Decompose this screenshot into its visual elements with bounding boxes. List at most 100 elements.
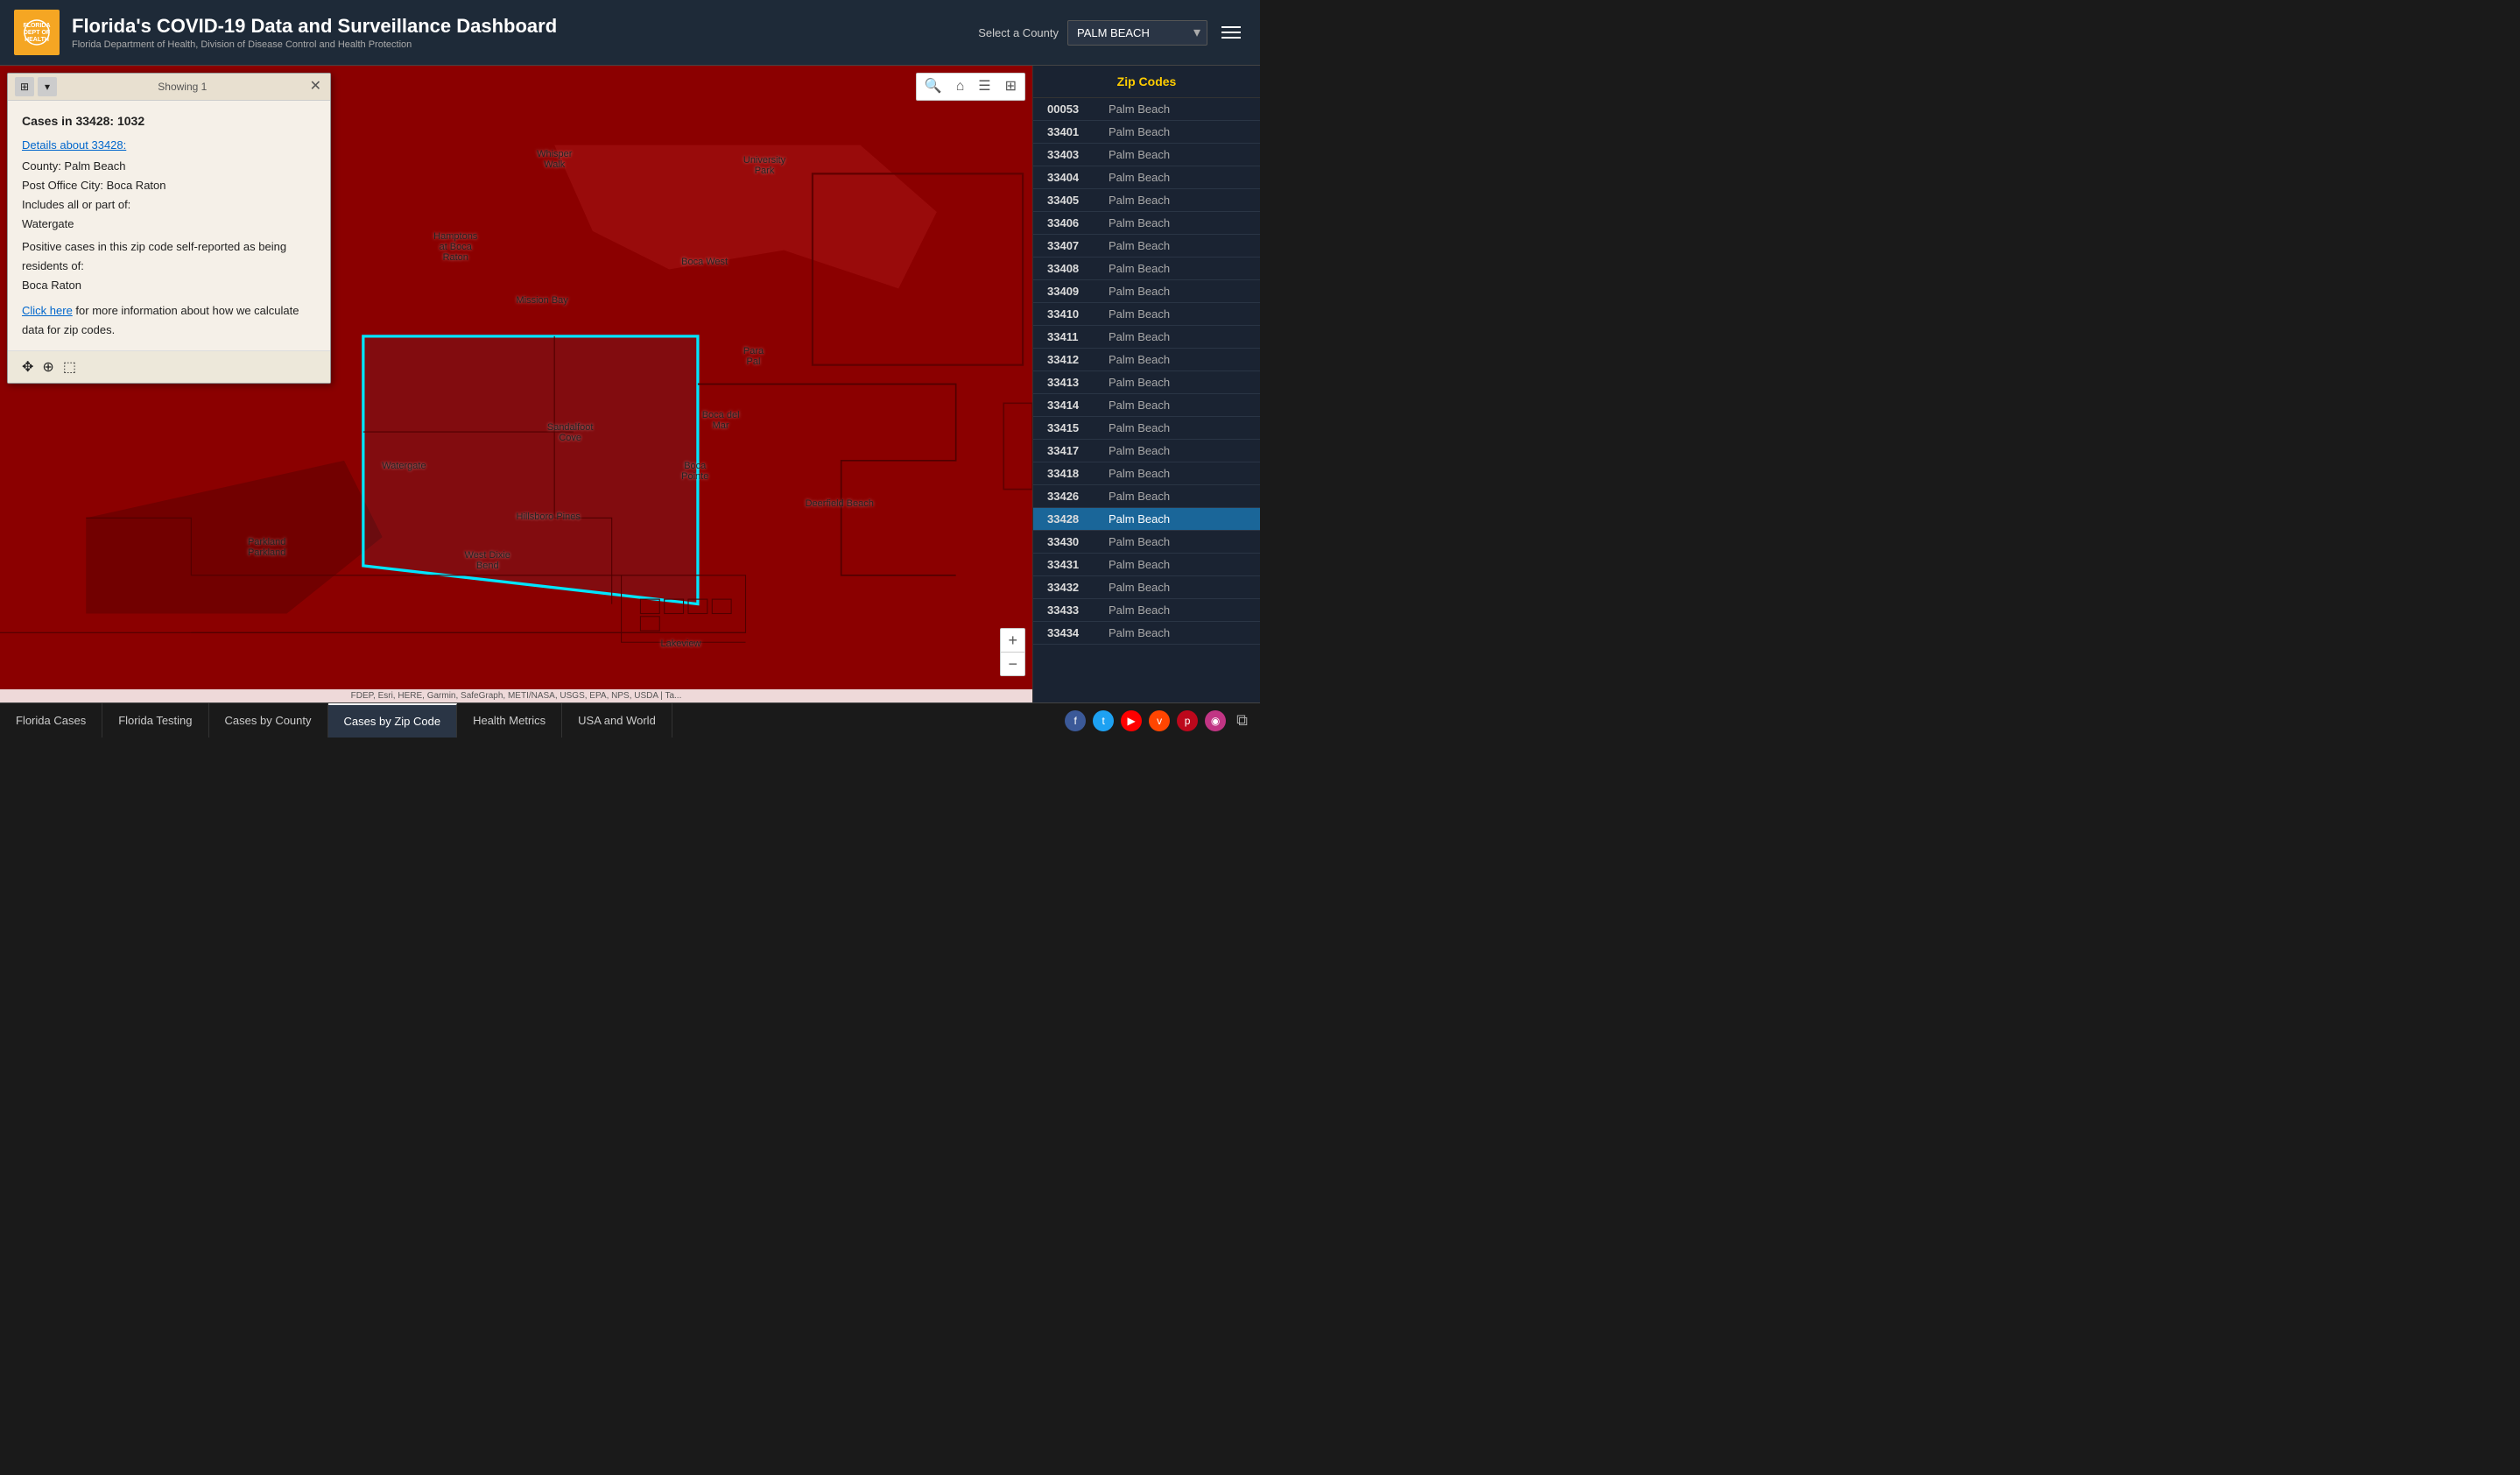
zip-code: 33409 <box>1047 285 1109 298</box>
hamburger-line <box>1221 32 1241 33</box>
popup-expand-icon[interactable]: ⊞ <box>15 77 34 96</box>
zoom-in-button[interactable]: + <box>1001 629 1024 653</box>
popup-cases-title: Cases in 33428: 1032 <box>22 111 316 132</box>
svg-text:DEPT OF: DEPT OF <box>24 30 51 36</box>
map-toolbar: 🔍 ⌂ ☰ ⊞ <box>916 73 1025 101</box>
zip-list-item[interactable]: 33411Palm Beach <box>1033 326 1260 349</box>
zip-list-item[interactable]: 33409Palm Beach <box>1033 280 1260 303</box>
social-twitter-icon[interactable]: t <box>1093 710 1114 731</box>
zip-list-item[interactable]: 33431Palm Beach <box>1033 554 1260 576</box>
zip-code: 33426 <box>1047 490 1109 503</box>
zip-county: Palm Beach <box>1109 171 1170 184</box>
header-text: Florida's COVID-19 Data and Surveillance… <box>72 15 978 50</box>
zip-code: 33431 <box>1047 558 1109 571</box>
zip-county: Palm Beach <box>1109 285 1170 298</box>
zip-code: 00053 <box>1047 102 1109 116</box>
zip-list-item[interactable]: 33407Palm Beach <box>1033 235 1260 258</box>
zip-code: 33433 <box>1047 603 1109 617</box>
popup-calc-note: Click here for more information about ho… <box>22 301 316 340</box>
hamburger-line <box>1221 37 1241 39</box>
county-select-wrapper[interactable]: PALM BEACHMIAMI-DADEBROWARDORANGEHILLSBO… <box>1067 20 1207 46</box>
zip-list-item[interactable]: 33418Palm Beach <box>1033 462 1260 485</box>
zip-code: 33401 <box>1047 125 1109 138</box>
zip-list-item[interactable]: 33417Palm Beach <box>1033 440 1260 462</box>
zip-code: 33428 <box>1047 512 1109 526</box>
social-instagram-icon[interactable]: ◉ <box>1205 710 1226 731</box>
zip-list-item[interactable]: 33415Palm Beach <box>1033 417 1260 440</box>
popup-city: Boca Raton <box>22 276 316 295</box>
tab-usa-world[interactable]: USA and World <box>562 703 672 738</box>
social-youtube-icon[interactable]: ▶ <box>1121 710 1142 731</box>
zip-list-item[interactable]: 33428Palm Beach <box>1033 508 1260 531</box>
sidebar: Zip Codes 00053Palm Beach33401Palm Beach… <box>1032 66 1260 702</box>
hamburger-menu-button[interactable] <box>1216 21 1246 44</box>
tab-cases-by-zip[interactable]: Cases by Zip Code <box>328 703 458 738</box>
tab-florida-cases[interactable]: Florida Cases <box>0 703 102 738</box>
tab-health-metrics[interactable]: Health Metrics <box>457 703 562 738</box>
zip-list-item[interactable]: 33410Palm Beach <box>1033 303 1260 326</box>
zip-list-item[interactable]: 33426Palm Beach <box>1033 485 1260 508</box>
popup-details-link[interactable]: Details about 33428: <box>22 136 316 155</box>
header: FLORIDA DEPT OF HEALTH Florida's COVID-1… <box>0 0 1260 66</box>
map-list-button[interactable]: ☰ <box>973 76 996 97</box>
zoom-out-button[interactable]: − <box>1001 653 1024 675</box>
map-search-button[interactable]: 🔍 <box>919 76 947 97</box>
zip-list-item[interactable]: 33412Palm Beach <box>1033 349 1260 371</box>
zip-list-item[interactable]: 33433Palm Beach <box>1033 599 1260 622</box>
zip-county: Palm Beach <box>1109 444 1170 457</box>
map-container[interactable]: Whisper WalkUniversity ParkHamptons at B… <box>0 66 1032 702</box>
map-grid-button[interactable]: ⊞ <box>1000 76 1022 97</box>
zip-county: Palm Beach <box>1109 102 1170 116</box>
zip-list-item[interactable]: 33406Palm Beach <box>1033 212 1260 235</box>
zip-list-item[interactable]: 33430Palm Beach <box>1033 531 1260 554</box>
zip-county: Palm Beach <box>1109 307 1170 321</box>
zip-code: 33418 <box>1047 467 1109 480</box>
social-pinterest-icon[interactable]: p <box>1177 710 1198 731</box>
zip-list-item[interactable]: 33405Palm Beach <box>1033 189 1260 212</box>
zip-list-item[interactable]: 33414Palm Beach <box>1033 394 1260 417</box>
popup-click-here-link[interactable]: Click here <box>22 304 73 317</box>
popup-select-tool[interactable]: ⬚ <box>63 358 76 376</box>
zip-code: 33415 <box>1047 421 1109 434</box>
zip-code: 33412 <box>1047 353 1109 366</box>
header-right: Select a County PALM BEACHMIAMI-DADEBROW… <box>978 20 1246 46</box>
zip-county: Palm Beach <box>1109 603 1170 617</box>
popup-toolbar: ⊞ ▾ Showing 1 ✕ <box>8 74 330 101</box>
page-subtitle: Florida Department of Health, Division o… <box>72 39 978 50</box>
zip-list-item[interactable]: 33401Palm Beach <box>1033 121 1260 144</box>
zip-list-item[interactable]: 33413Palm Beach <box>1033 371 1260 394</box>
zip-list: 00053Palm Beach33401Palm Beach33403Palm … <box>1033 98 1260 645</box>
zip-county: Palm Beach <box>1109 581 1170 594</box>
zip-code: 33407 <box>1047 239 1109 252</box>
popup-zoom-tool[interactable]: ⊕ <box>42 358 53 376</box>
map-home-button[interactable]: ⌂ <box>951 76 970 97</box>
zip-county: Palm Beach <box>1109 239 1170 252</box>
popup-county: County: Palm Beach <box>22 157 316 176</box>
zip-list-item[interactable]: 00053Palm Beach <box>1033 98 1260 121</box>
map-attribution: FDEP, Esri, HERE, Garmin, SafeGraph, MET… <box>0 689 1032 702</box>
social-facebook-icon[interactable]: f <box>1065 710 1086 731</box>
zip-county: Palm Beach <box>1109 330 1170 343</box>
zip-list-item[interactable]: 33432Palm Beach <box>1033 576 1260 599</box>
zip-county: Palm Beach <box>1109 467 1170 480</box>
zip-code: 33430 <box>1047 535 1109 548</box>
tab-cases-by-county[interactable]: Cases by County <box>209 703 328 738</box>
zip-list-item[interactable]: 33404Palm Beach <box>1033 166 1260 189</box>
zip-list-item[interactable]: 33403Palm Beach <box>1033 144 1260 166</box>
zip-code: 33408 <box>1047 262 1109 275</box>
popup-close-button[interactable]: ✕ <box>308 80 323 94</box>
tab-florida-testing[interactable]: Florida Testing <box>102 703 208 738</box>
social-vimeo-icon[interactable]: v <box>1149 710 1170 731</box>
popup-nav-icon[interactable]: ▾ <box>38 77 57 96</box>
popup-post-office: Post Office City: Boca Raton <box>22 176 316 195</box>
county-select[interactable]: PALM BEACHMIAMI-DADEBROWARDORANGEHILLSBO… <box>1067 20 1207 46</box>
external-link-button[interactable]: ⧉ <box>1233 708 1251 733</box>
zip-code: 33410 <box>1047 307 1109 321</box>
zip-list-item[interactable]: 33434Palm Beach <box>1033 622 1260 645</box>
popup-move-tool[interactable]: ✥ <box>22 358 33 376</box>
zip-code: 33432 <box>1047 581 1109 594</box>
zip-code: 33434 <box>1047 626 1109 639</box>
zoom-controls: + − <box>1000 628 1025 676</box>
popup-areas: Watergate <box>22 215 316 234</box>
zip-list-item[interactable]: 33408Palm Beach <box>1033 258 1260 280</box>
